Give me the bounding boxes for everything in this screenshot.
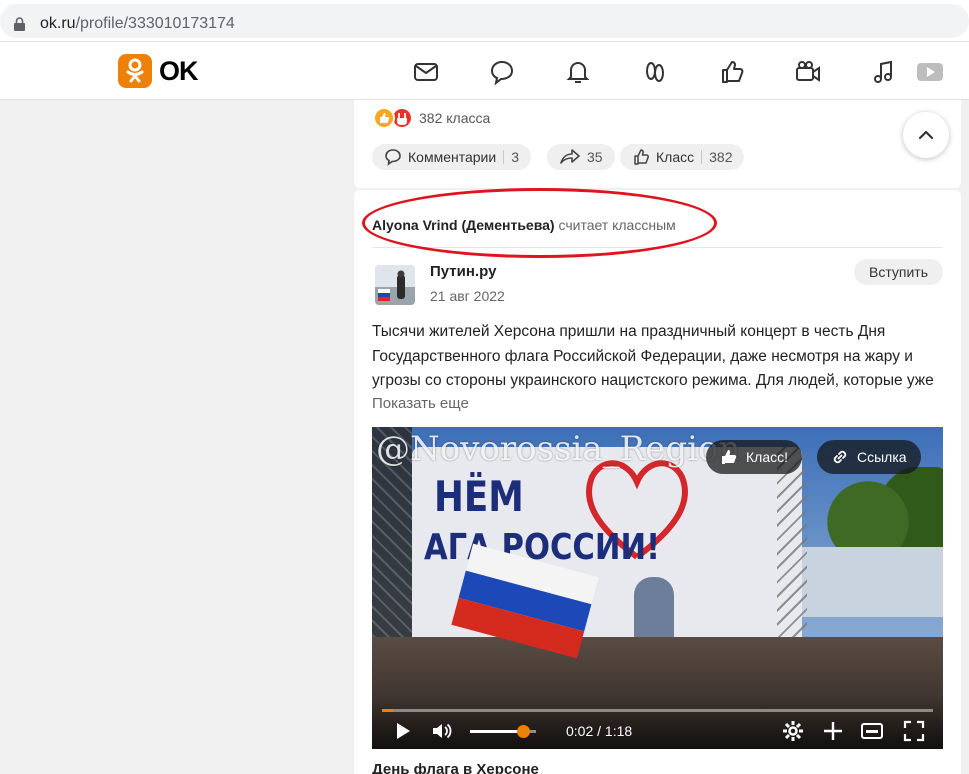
video-tent — [802, 547, 943, 617]
video-link-button[interactable]: Ссылка — [817, 440, 921, 474]
guests-icon[interactable] — [641, 58, 669, 86]
comments-button[interactable]: Комментарии 3 — [372, 144, 531, 170]
video-watermark: @Novorossia_Region — [376, 429, 741, 469]
likes-label: Класс — [656, 149, 695, 165]
volume-slider[interactable] — [470, 725, 536, 738]
red-highlight-ellipse — [362, 188, 717, 258]
banner-text-line1: НЁМ — [434, 472, 524, 521]
settings-gear-icon[interactable] — [781, 719, 805, 743]
previous-post-footer: 382 класса Комментарии 3 35 Класс 382 — [354, 100, 961, 188]
volume-fill — [470, 730, 523, 733]
join-group-button[interactable]: Вступить — [854, 259, 943, 285]
video-like-button[interactable]: Класс! — [706, 440, 802, 474]
reactions-summary[interactable]: 382 класса — [373, 106, 490, 130]
video-time: 0:02 / 1:18 — [566, 723, 633, 739]
url-text[interactable]: ok.ru/profile/333010173174 — [40, 15, 235, 33]
video-like-label: Класс! — [746, 449, 788, 465]
bell-icon[interactable] — [564, 58, 592, 86]
volume-icon[interactable] — [430, 719, 454, 743]
music-icon[interactable] — [870, 58, 898, 86]
video-progress-fill — [382, 709, 394, 712]
thumbs-up-icon — [634, 149, 649, 165]
post-card: Alyona Vrind (Дементьева) считает классн… — [354, 190, 961, 774]
add-icon[interactable] — [821, 719, 845, 743]
share-icon — [560, 149, 580, 164]
site-header: OK — [0, 42, 969, 100]
url-field[interactable]: ok.ru/profile/333010173174 — [0, 4, 969, 38]
group-name-link[interactable]: Путин.ру — [430, 263, 496, 280]
divider — [503, 150, 505, 164]
like-icon[interactable] — [718, 58, 746, 86]
comments-count: 3 — [511, 149, 519, 165]
logo-text[interactable]: OK — [159, 56, 198, 87]
fullscreen-icon[interactable] — [902, 719, 926, 743]
likes-count: 382 — [709, 149, 733, 165]
miniplayer-icon[interactable] — [860, 719, 884, 743]
browser-address-bar: ok.ru/profile/333010173174 — [0, 0, 969, 42]
video-link-label: Ссылка — [857, 449, 907, 465]
play-button-icon[interactable] — [390, 719, 414, 743]
shares-count: 35 — [587, 149, 603, 165]
mail-icon[interactable] — [412, 58, 440, 86]
post-text: Тысячи жителей Херсона пришли на праздни… — [372, 323, 934, 389]
comment-icon — [385, 149, 401, 166]
volume-knob[interactable] — [516, 725, 530, 738]
url-host: ok.ru — [40, 15, 76, 32]
like-button[interactable]: Класс 382 — [620, 144, 745, 170]
play-icon[interactable] — [916, 58, 944, 86]
scroll-to-top-button[interactable] — [903, 112, 949, 158]
group-avatar[interactable] — [375, 265, 415, 305]
share-button[interactable]: 35 — [547, 144, 615, 170]
chevron-up-icon — [918, 130, 934, 140]
video-icon[interactable] — [794, 58, 822, 86]
lock-icon — [14, 17, 25, 31]
video-controls: 0:02 / 1:18 — [372, 697, 943, 749]
video-caption[interactable]: День флага в Херсоне — [372, 761, 539, 774]
reactions-count: 382 класса — [419, 110, 491, 126]
divider — [701, 150, 703, 164]
video-progress-bar[interactable] — [382, 709, 933, 712]
link-icon — [833, 450, 847, 464]
chat-icon[interactable] — [488, 58, 516, 86]
thumbs-up-icon — [722, 450, 737, 464]
like-reaction-icon — [373, 107, 395, 129]
stage-truss-right — [777, 447, 807, 667]
url-path: /profile/333010173174 — [75, 15, 235, 32]
ok-logo-icon[interactable] — [118, 54, 152, 88]
post-date: 21 авг 2022 — [430, 288, 505, 304]
comments-label: Комментарии — [408, 149, 497, 165]
video-player[interactable]: НЁМ АГА РОССИИ! @Novorossia_Region Класс… — [372, 427, 943, 749]
show-more-link[interactable]: Показать еще — [372, 395, 469, 412]
